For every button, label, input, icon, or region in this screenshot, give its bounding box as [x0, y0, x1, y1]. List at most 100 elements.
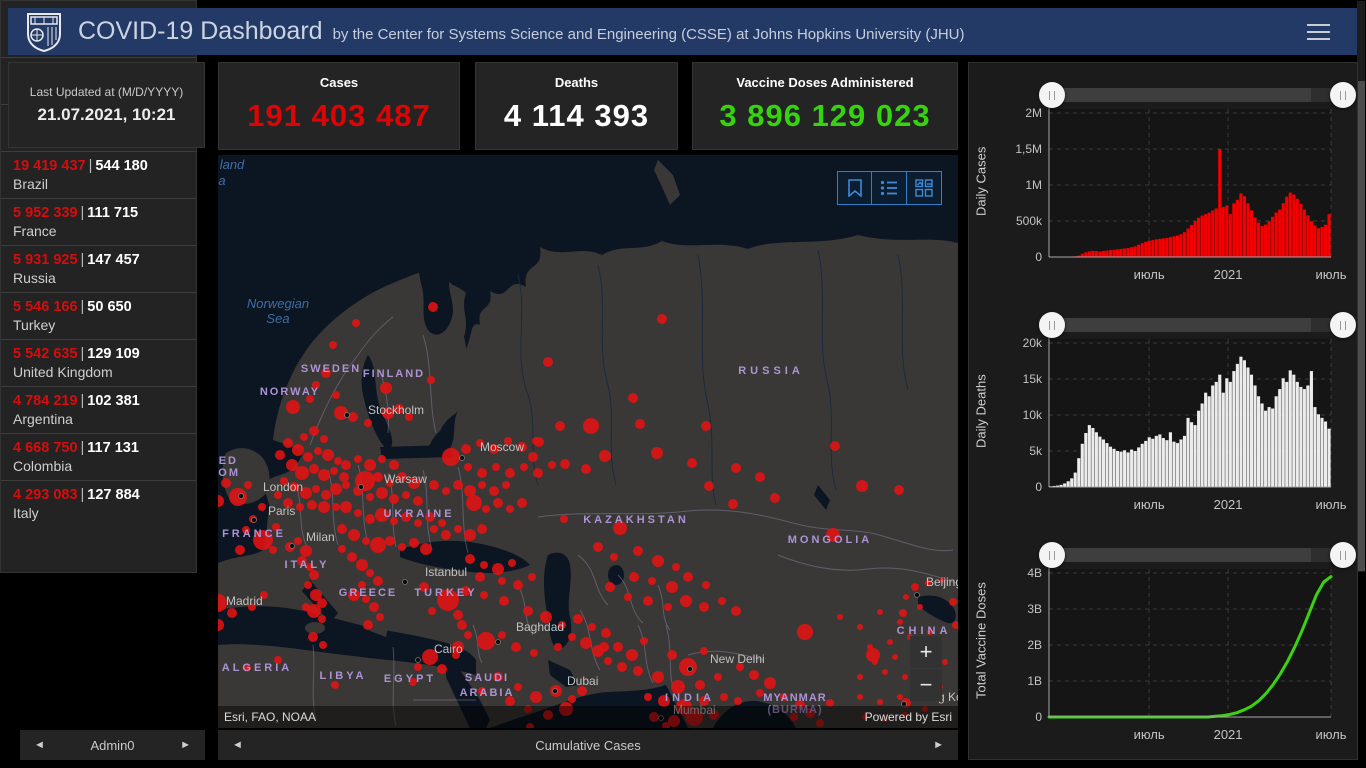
city-label: Cairo: [434, 642, 463, 656]
city-label: Baghdad: [516, 620, 564, 634]
svg-text:2021: 2021: [1214, 727, 1243, 742]
zoom-in-button[interactable]: +: [910, 636, 942, 668]
city-label: Stockholm: [368, 403, 424, 417]
svg-text:1B: 1B: [1027, 674, 1042, 688]
city-marker: [358, 484, 364, 490]
cases-label: Cases: [319, 75, 359, 90]
bookmark-icon[interactable]: [837, 171, 872, 205]
city-label: London: [263, 480, 303, 494]
water-label: Sea: [266, 311, 289, 326]
country-row[interactable]: 5 931 925 | 147 457 Russia: [1, 245, 196, 292]
admin-pager-prev-icon[interactable]: ◄: [20, 739, 59, 751]
zoom-out-button[interactable]: −: [910, 669, 942, 701]
country-row[interactable]: 4 668 750 | 117 131 Colombia: [1, 433, 196, 480]
daily-deaths-slider-handle-left[interactable]: [1039, 312, 1065, 338]
last-updated-label: Last Updated at (M/D/YYYY): [29, 85, 184, 99]
daily-cases-slider-handle-left[interactable]: [1039, 82, 1065, 108]
svg-text:2B: 2B: [1027, 638, 1042, 652]
svg-text:5k: 5k: [1029, 444, 1043, 458]
daily-deaths-range-slider[interactable]: [1039, 312, 1356, 338]
city-marker: [251, 517, 257, 523]
svg-text:15k: 15k: [1023, 372, 1043, 386]
svg-text:июль: июль: [1134, 727, 1165, 742]
country-row[interactable]: 4 293 083 | 127 884 Italy: [1, 480, 196, 527]
country-label: RUSSIA: [738, 365, 804, 377]
city-label: Istanbul: [425, 565, 467, 579]
total-vaccine-doses-plot: 4B 3B 2B 1B 0 июль 2021 июль: [1027, 566, 1346, 742]
svg-text:1,5M: 1,5M: [1015, 142, 1042, 156]
svg-text:2021: 2021: [1214, 267, 1243, 282]
svg-text:3B: 3B: [1027, 602, 1042, 616]
water-label: a: [218, 173, 225, 188]
country-label: SAUDI: [465, 672, 509, 684]
country-label: KINGDOM: [218, 467, 240, 479]
country-label: FINLAND: [363, 368, 425, 380]
country-label: KAZAKHSTAN: [583, 514, 689, 526]
city-marker: [402, 579, 408, 585]
country-label: TURKEY: [414, 587, 477, 599]
svg-text:10k: 10k: [1023, 408, 1043, 422]
map-pager-label: Cumulative Cases: [535, 737, 641, 753]
map-pager-next-icon[interactable]: ►: [919, 739, 958, 751]
admin-level-pager: ◄ Admin0 ►: [20, 730, 205, 760]
city-label: Beijing: [926, 575, 958, 589]
city-marker: [914, 592, 920, 598]
country-label: NORWAY: [260, 386, 320, 398]
total-vaccine-doses-slider-handle-right[interactable]: [1330, 542, 1356, 568]
svg-text:июль: июль: [1134, 497, 1165, 512]
legend-list-icon[interactable]: [872, 171, 907, 205]
page-subtitle: by the Center for Systems Science and En…: [332, 26, 965, 43]
country-row[interactable]: 5 952 339 | 111 715 France: [1, 198, 196, 245]
basemap-grid-icon[interactable]: [907, 171, 942, 205]
svg-text:июль: июль: [1134, 267, 1165, 282]
daily-cases-slider-handle-right[interactable]: [1330, 82, 1356, 108]
vaccine-stat-panel: Vaccine Doses Administered 3 896 129 023: [692, 62, 958, 150]
country-label: FRANCE: [222, 528, 286, 540]
country-row[interactable]: 5 542 635 | 129 109 United Kingdom: [1, 339, 196, 386]
svg-text:1M: 1M: [1025, 178, 1042, 192]
country-label: ARABIA: [460, 687, 515, 699]
city-label: Warsaw: [384, 472, 427, 486]
country-label: LIBYA: [320, 670, 367, 682]
country-label: UKRAINE: [383, 508, 454, 520]
world-map[interactable]: Norwegian Sea land a NORWAY SWEDEN FINLAND RUSS…: [218, 155, 958, 728]
total-vaccine-doses-range-slider[interactable]: [1039, 542, 1356, 568]
cases-stat-panel: Cases 191 403 487: [218, 62, 460, 150]
svg-text:2021: 2021: [1214, 497, 1243, 512]
vaccine-value: 3 896 129 023: [719, 98, 931, 133]
attribution-left: Esri, FAO, NOAA: [224, 710, 317, 724]
country-row[interactable]: 5 546 166 | 50 650 Turkey: [1, 292, 196, 339]
hamburger-icon[interactable]: [1307, 19, 1330, 45]
total-vaccine-doses-slider-handle-left[interactable]: [1039, 542, 1065, 568]
city-marker: [289, 543, 295, 549]
daily-deaths-plot: 20k 15k 10k 5k 0 июль 2021 июль: [1023, 336, 1347, 512]
vaccine-label: Vaccine Doses Administered: [736, 75, 914, 90]
country-label: UNITED: [218, 455, 238, 467]
map-pager-prev-icon[interactable]: ◄: [218, 739, 257, 751]
page-title: COVID-19 Dashboard: [78, 17, 323, 45]
deaths-value: 4 114 393: [503, 98, 650, 133]
city-label: New Delhi: [710, 652, 765, 666]
map-toolbar: [837, 171, 942, 205]
deaths-stat-panel: Deaths 4 114 393: [475, 62, 678, 150]
svg-text:июль: июль: [1315, 267, 1346, 282]
country-row[interactable]: 19 419 437 | 544 180 Brazil: [1, 151, 196, 198]
admin-pager-next-icon[interactable]: ►: [166, 739, 205, 751]
city-marker: [415, 657, 421, 663]
jhu-shield-icon: [27, 12, 61, 52]
country-label: GREECE: [339, 587, 397, 599]
country-row[interactable]: 4 784 219 | 102 381 Argentina: [1, 386, 196, 433]
water-label: Norwegian: [247, 296, 309, 311]
daily-cases-plot: 2M 1,5M 1M 500k 0 июль 2021 июль: [1015, 106, 1346, 282]
admin-pager-label: Admin0: [90, 737, 135, 753]
city-marker: [459, 455, 465, 461]
daily-deaths-slider-handle-right[interactable]: [1330, 312, 1356, 338]
svg-text:июль: июль: [1315, 727, 1346, 742]
country-label: MYANMAR: [763, 692, 826, 704]
cases-value: 191 403 487: [247, 98, 431, 133]
city-label: Dubai: [567, 674, 598, 688]
city-marker: [495, 639, 501, 645]
app-header: COVID-19 Dashboard by the Center for Sys…: [8, 8, 1358, 55]
map-attribution: Esri, FAO, NOAA Powered by Esri: [218, 706, 958, 728]
daily-cases-range-slider[interactable]: [1039, 82, 1356, 108]
